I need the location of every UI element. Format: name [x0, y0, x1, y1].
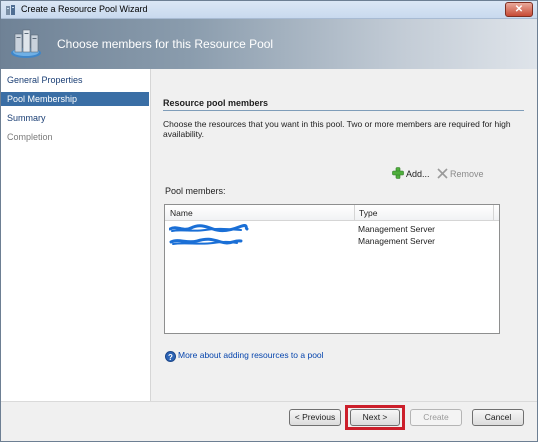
table-row[interactable]: Management Server: [165, 235, 499, 247]
previous-button[interactable]: < Previous: [289, 409, 341, 426]
content-pane: Resource pool members Choose the resourc…: [151, 69, 537, 401]
window-title: Create a Resource Pool Wizard: [21, 4, 148, 14]
nav-item-summary[interactable]: Summary: [1, 111, 149, 125]
description-text: Choose the resources that you want in th…: [163, 119, 511, 139]
pool-members-label: Pool members:: [165, 186, 226, 196]
nav-item-completion: Completion: [7, 132, 53, 142]
table-row[interactable]: Management Server: [165, 223, 499, 235]
section-title: Resource pool members: [163, 98, 269, 108]
section-divider: [163, 110, 524, 111]
close-button[interactable]: ✕: [505, 2, 533, 17]
banner-title: Choose members for this Resource Pool: [57, 37, 274, 51]
wizard-steps-nav: General Properties Pool Membership Summa…: [1, 69, 151, 401]
column-header-type[interactable]: Type: [354, 205, 494, 221]
redacted-name-scribble: [169, 224, 249, 233]
create-button: Create: [410, 409, 462, 426]
column-divider[interactable]: [493, 205, 494, 221]
close-icon: ✕: [514, 4, 524, 15]
column-header-name[interactable]: Name: [165, 205, 354, 221]
pool-members-table[interactable]: Name Type Management Server Management S…: [164, 204, 500, 334]
wizard-footer: < Previous Next > Create Cancel: [1, 401, 537, 441]
table-header: Name Type: [165, 205, 499, 221]
remove-label: Remove: [450, 169, 484, 179]
server-pool-icon: [11, 29, 41, 58]
remove-icon: [437, 168, 448, 179]
title-bar[interactable]: Create a Resource Pool Wizard ✕: [1, 1, 537, 19]
row-type: Management Server: [358, 224, 436, 234]
nav-item-pool-membership[interactable]: Pool Membership: [1, 92, 149, 106]
row-type: Management Server: [358, 236, 436, 246]
help-link[interactable]: ? More about adding resources to a pool: [165, 348, 324, 362]
next-button[interactable]: Next >: [350, 409, 400, 426]
app-icon: [6, 5, 15, 15]
wizard-window: Create a Resource Pool Wizard ✕ Choose m…: [0, 0, 538, 442]
nav-item-general-properties[interactable]: General Properties: [1, 73, 149, 87]
add-label: Add...: [406, 169, 430, 179]
help-link-text: More about adding resources to a pool: [178, 350, 324, 360]
help-icon: ?: [165, 351, 176, 362]
add-button[interactable]: Add...: [392, 167, 430, 181]
redacted-name-scribble: [169, 237, 243, 245]
header-banner: Choose members for this Resource Pool: [1, 19, 537, 69]
remove-button: Remove: [437, 167, 484, 181]
add-icon: [392, 167, 404, 179]
cancel-button[interactable]: Cancel: [472, 409, 524, 426]
